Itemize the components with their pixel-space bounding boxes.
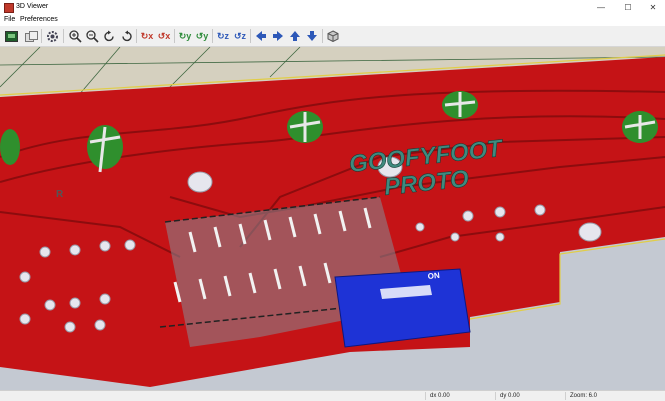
pan-up-icon[interactable] (288, 29, 302, 43)
window-title: 3D Viewer (16, 3, 49, 10)
toolbar-separator (174, 29, 175, 43)
minimize-button[interactable]: — (588, 0, 614, 15)
status-zoom: Zoom: 6.0 (565, 392, 597, 400)
rotate-z-cw-icon[interactable]: ↻z (216, 29, 230, 43)
settings-icon[interactable] (45, 29, 59, 43)
rotate-cw-icon[interactable] (119, 29, 133, 43)
toolbar: ↻x ↺x ↻y ↺y ↻z ↺z (0, 26, 665, 47)
toolbar-separator (250, 29, 251, 43)
app-icon (4, 3, 14, 13)
menu-preferences[interactable]: Preferences (20, 16, 58, 23)
maximize-button[interactable]: ☐ (615, 0, 641, 15)
pan-down-icon[interactable] (305, 29, 319, 43)
toolbar-separator (41, 29, 42, 43)
pan-left-icon[interactable] (254, 29, 268, 43)
status-dx: dx 0.00 (425, 392, 450, 400)
toolbar-separator (322, 29, 323, 43)
ortho-toggle-icon[interactable] (326, 29, 340, 43)
menu-file[interactable]: File (4, 16, 15, 23)
rotate-y-cw-icon[interactable]: ↻y (178, 29, 192, 43)
close-button[interactable]: ✕ (640, 0, 665, 15)
pan-right-icon[interactable] (271, 29, 285, 43)
menu-bar: File Preferences (0, 15, 665, 26)
toolbar-separator (63, 29, 64, 43)
rotate-ccw-icon[interactable] (102, 29, 116, 43)
silkscreen-r-label: R (56, 189, 64, 200)
status-dy: dy 0.00 (495, 392, 520, 400)
reload-board-icon[interactable] (4, 29, 18, 43)
3d-viewport[interactable]: GOOFYFOOT PROTO R ON (0, 47, 665, 390)
status-bar: dx 0.00 dy 0.00 Zoom: 6.0 (0, 390, 665, 401)
zoom-out-icon[interactable] (85, 29, 99, 43)
copy-image-icon[interactable] (24, 29, 38, 43)
pcb-render: GOOFYFOOT PROTO R ON (0, 47, 665, 390)
dip-switch-label: ON (427, 271, 440, 281)
rotate-y-ccw-icon[interactable]: ↺y (195, 29, 209, 43)
zoom-in-icon[interactable] (68, 29, 82, 43)
toolbar-separator (212, 29, 213, 43)
rotate-x-cw-icon[interactable]: ↻x (140, 29, 154, 43)
toolbar-separator (136, 29, 137, 43)
title-bar: 3D Viewer — ☐ ✕ (0, 0, 665, 15)
rotate-x-ccw-icon[interactable]: ↺x (157, 29, 171, 43)
rotate-z-ccw-icon[interactable]: ↺z (233, 29, 247, 43)
